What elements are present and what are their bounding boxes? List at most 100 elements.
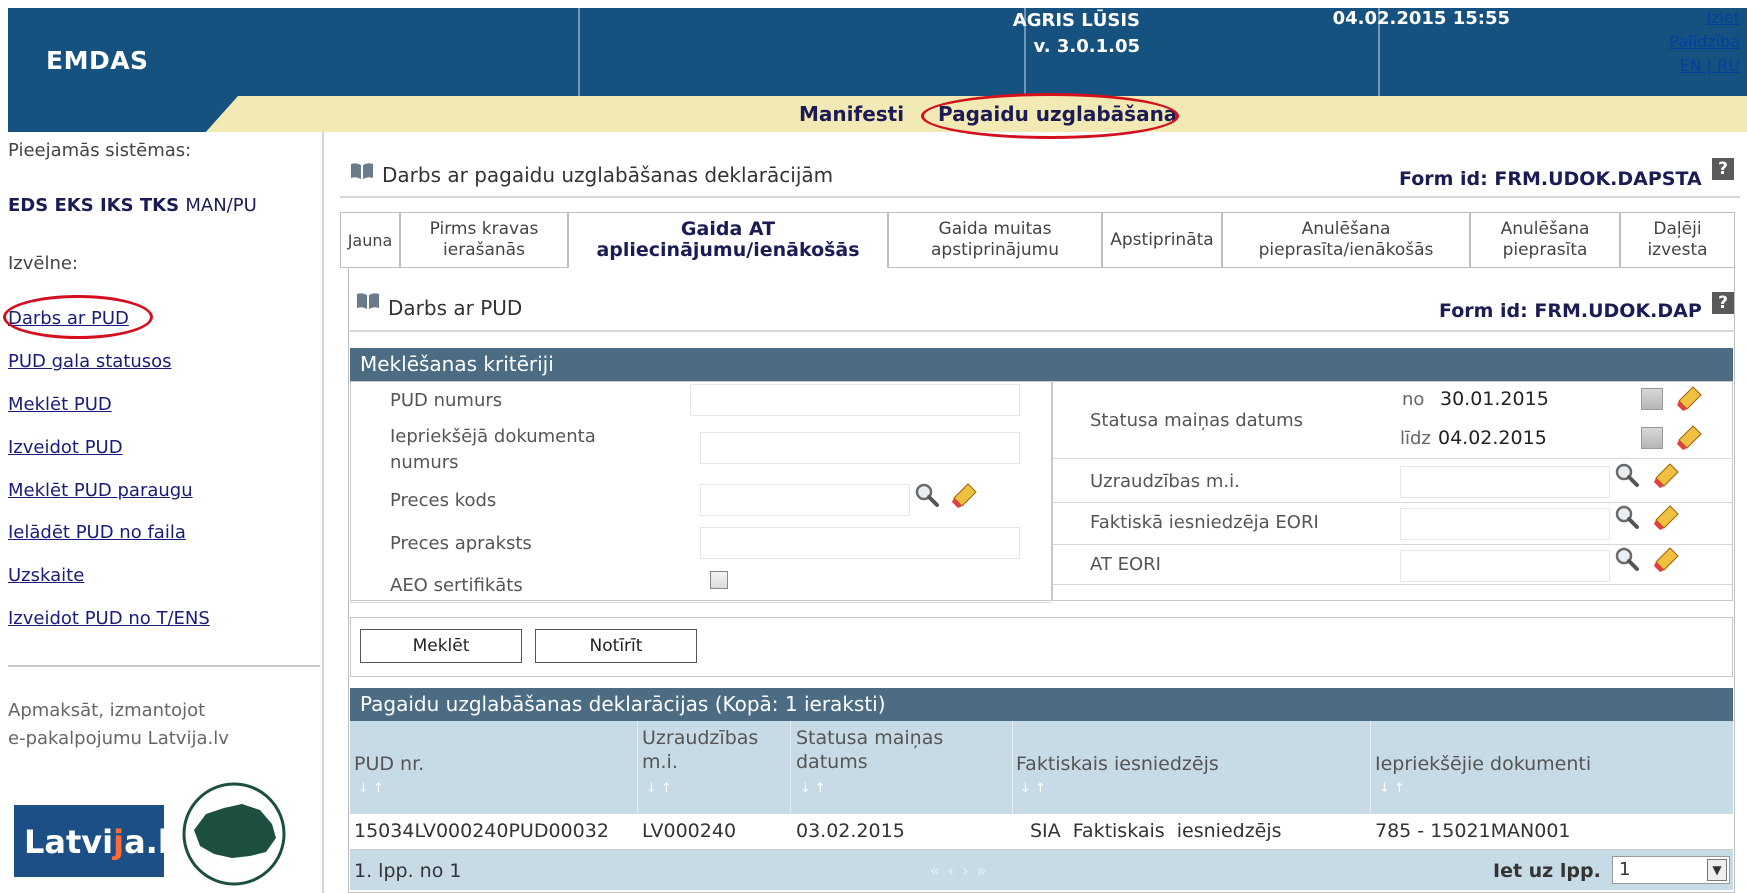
sidebar-item-izveidot-pud[interactable]: Izveidot PUD bbox=[8, 437, 123, 458]
system-eds[interactable]: EDS bbox=[8, 195, 48, 216]
search-icon[interactable] bbox=[1614, 546, 1640, 572]
cell-pud-nr[interactable]: 15034LV000240PUD00032 bbox=[354, 820, 609, 842]
tab-jauna[interactable]: Jauna bbox=[340, 212, 400, 268]
sidebar-item-meklet-pud-paraugu[interactable]: Meklēt PUD paraugu bbox=[8, 480, 193, 501]
search-icon[interactable] bbox=[1614, 462, 1640, 488]
column-header-faktiskais[interactable]: Faktiskais iesniedzējs bbox=[1016, 752, 1219, 776]
tab-label: Gaida AT bbox=[680, 218, 776, 240]
pud-number-input[interactable] bbox=[690, 384, 1020, 416]
aeo-checkbox[interactable] bbox=[710, 571, 728, 589]
help-icon[interactable]: ? bbox=[1712, 158, 1734, 180]
systems-list: EDS EKS IKS TKS MAN/PU bbox=[8, 195, 257, 216]
system-iks[interactable]: IKS bbox=[100, 195, 134, 216]
sort-arrows-icon[interactable]: ↓↑ bbox=[646, 781, 676, 796]
tab-daleji-izvesta[interactable]: Daļēji izvesta bbox=[1620, 212, 1735, 268]
criteria-divider bbox=[1051, 381, 1053, 601]
system-tks[interactable]: TKS bbox=[140, 195, 179, 216]
tab-anulesana-pieprasita[interactable]: Anulēšana pieprasīta bbox=[1470, 212, 1620, 268]
date-from-input[interactable]: 30.01.2015 bbox=[1440, 388, 1549, 410]
logout-link[interactable]: Iziet bbox=[1660, 6, 1740, 30]
tab-gaida-muitas[interactable]: Gaida muitas apstiprinājumu bbox=[888, 212, 1102, 268]
tab-anulesana-ienakosas[interactable]: Anulēšana pieprasīta/ienākošās bbox=[1222, 212, 1470, 268]
prev-doc-label: Iepriekšējā dokumenta bbox=[390, 426, 596, 447]
column-separator bbox=[790, 721, 791, 814]
column-header-statusa-datums[interactable]: Statusa maiņas datums bbox=[796, 726, 943, 774]
pay-text: Apmaksāt, izmantojot bbox=[8, 700, 206, 721]
goods-code-label: Preces kods bbox=[390, 490, 497, 511]
eraser-icon[interactable] bbox=[1675, 424, 1703, 450]
sort-arrows-icon[interactable]: ↓↑ bbox=[358, 781, 388, 796]
sort-arrows-icon[interactable]: ↓↑ bbox=[1379, 781, 1409, 796]
sort-arrows-icon[interactable]: ↓↑ bbox=[800, 781, 830, 796]
header-separator bbox=[578, 8, 580, 96]
user-info: AGRIS LŪSIS v. 3.0.1.05 bbox=[900, 8, 1140, 60]
goods-desc-input[interactable] bbox=[700, 527, 1020, 559]
tab-label: izvesta bbox=[1647, 240, 1708, 260]
system-man-pu[interactable]: MAN/PU bbox=[185, 195, 256, 216]
tab-gaida-at[interactable]: Gaida AT apliecinājumu/ienākošās bbox=[568, 212, 888, 268]
help-icon[interactable]: ? bbox=[1712, 292, 1734, 314]
sidebar-item-uzskaite[interactable]: Uzskaite bbox=[8, 565, 84, 586]
row-divider bbox=[1053, 502, 1733, 503]
page-info: 1. lpp. no 1 bbox=[354, 860, 462, 882]
tab-label: pieprasīta bbox=[1502, 240, 1588, 260]
pager-nav-icons[interactable]: «‹›» bbox=[930, 861, 994, 880]
goto-page-select[interactable]: 1 ▼ bbox=[1612, 856, 1730, 884]
at-eori-label: AT EORI bbox=[1090, 554, 1161, 575]
app-logo: EMDAS bbox=[46, 46, 149, 75]
goods-code-input[interactable] bbox=[700, 484, 910, 516]
logo-text: Latvi bbox=[24, 823, 114, 861]
chevron-down-icon[interactable]: ▼ bbox=[1707, 859, 1727, 881]
calendar-icon[interactable] bbox=[1641, 427, 1663, 449]
sort-arrows-icon[interactable]: ↓↑ bbox=[1020, 781, 1050, 796]
system-eks[interactable]: EKS bbox=[54, 195, 93, 216]
header-links: Iziet Palīdzība EN | RU bbox=[1660, 6, 1740, 78]
eori-actual-input[interactable] bbox=[1400, 508, 1610, 540]
column-header-label: Iepriekšējie dokumenti bbox=[1375, 753, 1592, 775]
date-to-input[interactable]: 04.02.2015 bbox=[1438, 427, 1547, 449]
sidebar-item-pud-gala-statusos[interactable]: PUD gala statusos bbox=[8, 351, 172, 372]
page-title: Darbs ar pagaidu uzglabāšanas deklarācij… bbox=[382, 163, 834, 187]
search-button[interactable]: Meklēt bbox=[360, 629, 522, 663]
column-header-ieprieksejie[interactable]: Iepriekšējie dokumenti bbox=[1375, 752, 1591, 776]
supervision-input[interactable] bbox=[1400, 466, 1610, 498]
goto-page-label: Iet uz lpp. bbox=[1493, 860, 1601, 882]
eraser-icon[interactable] bbox=[1652, 504, 1680, 530]
row-divider bbox=[1053, 544, 1733, 545]
tab-label: Pirms kravas bbox=[429, 219, 539, 239]
vraa-logo[interactable] bbox=[172, 778, 296, 888]
column-separator bbox=[1012, 721, 1013, 814]
clear-button[interactable]: Notīrīt bbox=[535, 629, 697, 663]
tab-pirms-kravas[interactable]: Pirms kravas ierašanās bbox=[400, 212, 568, 268]
language-links[interactable]: EN | RU bbox=[1660, 54, 1740, 78]
prev-doc-input[interactable] bbox=[700, 432, 1020, 464]
search-icon[interactable] bbox=[914, 482, 940, 508]
book-icon bbox=[357, 293, 379, 309]
eraser-icon[interactable] bbox=[1652, 462, 1680, 488]
prev-doc-label: numurs bbox=[390, 452, 459, 473]
at-eori-input[interactable] bbox=[1400, 550, 1610, 582]
calendar-icon[interactable] bbox=[1641, 388, 1663, 410]
sidebar-item-izveidot-pud-no-tens[interactable]: Izveidot PUD no T/ENS bbox=[8, 608, 210, 629]
tab-label: Gaida muitas bbox=[938, 219, 1052, 239]
column-header-label: Statusa maiņas bbox=[796, 727, 944, 749]
column-header-uzraudzibas[interactable]: Uzraudzības m.i. bbox=[642, 726, 758, 774]
column-header-label: Faktiskais iesniedzējs bbox=[1016, 753, 1219, 775]
sidebar-item-ieladet-pud[interactable]: Ielādēt PUD no faila bbox=[8, 522, 186, 543]
search-icon[interactable] bbox=[1614, 504, 1640, 530]
latvija-lv-logo[interactable]: Latvija.lv bbox=[14, 805, 190, 877]
tab-apstiprinata[interactable]: Apstiprināta bbox=[1102, 212, 1222, 268]
eraser-icon[interactable] bbox=[950, 482, 978, 508]
column-separator bbox=[637, 721, 638, 814]
help-link[interactable]: Palīdzība bbox=[1660, 30, 1740, 54]
user-name: AGRIS LŪSIS bbox=[1012, 10, 1140, 31]
sidebar-item-meklet-pud[interactable]: Meklēt PUD bbox=[8, 394, 112, 415]
nav-item-manifesti[interactable]: Manifesti bbox=[799, 102, 904, 126]
aeo-label: AEO sertifikāts bbox=[390, 575, 523, 596]
column-header-label: datums bbox=[796, 751, 868, 773]
cell-uzraudzibas: LV000240 bbox=[642, 820, 737, 842]
eraser-icon[interactable] bbox=[1675, 385, 1703, 411]
eraser-icon[interactable] bbox=[1652, 546, 1680, 572]
column-header-pud-nr[interactable]: PUD nr. bbox=[354, 752, 424, 776]
menu-label: Izvēlne: bbox=[8, 253, 79, 274]
